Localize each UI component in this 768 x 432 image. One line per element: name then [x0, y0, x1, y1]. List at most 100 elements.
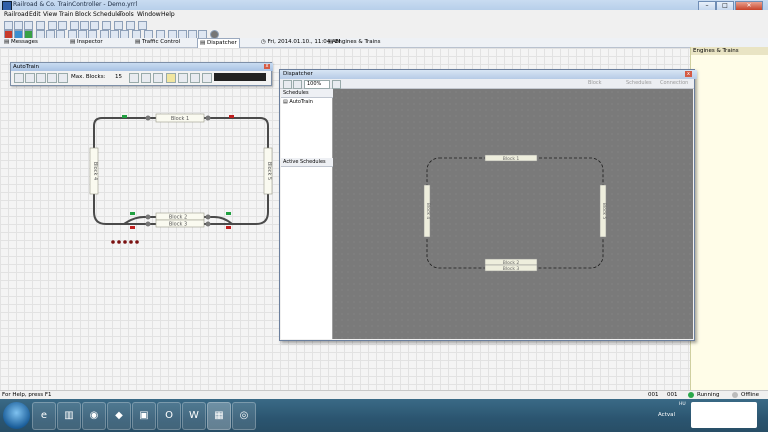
indicator-dot[interactable]: [135, 240, 139, 244]
signal-red-icon[interactable]: [226, 226, 231, 229]
autotrain-tool-icon[interactable]: [141, 73, 151, 83]
status-offline: Offline: [741, 392, 760, 398]
disp-block-5-label: Block 5: [601, 203, 607, 220]
tab-label: Engines & Trains: [334, 39, 381, 45]
tab-label: Inspector: [76, 39, 103, 45]
dispatcher-close-button[interactable]: x: [685, 71, 692, 77]
menu-view[interactable]: View: [43, 11, 57, 18]
zoom-select[interactable]: 100%: [304, 80, 330, 89]
app-green-icon[interactable]: ◆: [107, 402, 131, 430]
tab-label: Messages: [10, 39, 38, 45]
ie-icon[interactable]: e: [32, 402, 56, 430]
fit-icon[interactable]: [332, 80, 341, 89]
autotrain-tool-icon[interactable]: [47, 73, 57, 83]
autotrain-tool-icon[interactable]: [58, 73, 68, 83]
autotrain-tool-icon[interactable]: [178, 73, 188, 83]
app-blue-icon[interactable]: ▣: [132, 402, 156, 430]
tab-traffic-control[interactable]: ▤ Traffic Control: [133, 38, 182, 47]
autotrain-tool-icon[interactable]: [129, 73, 139, 83]
signal-red-icon[interactable]: [130, 226, 135, 229]
outlook-icon[interactable]: O: [157, 402, 181, 430]
locomotive-image[interactable]: [214, 73, 266, 81]
menu-train[interactable]: Train: [59, 11, 73, 18]
settings-icon[interactable]: ◎: [232, 402, 256, 430]
autotrain-title: AutoTrain: [11, 63, 273, 71]
start-button[interactable]: [3, 402, 30, 429]
sensor-icon[interactable]: [145, 214, 151, 220]
dispatcher-canvas[interactable]: Block 1 Block 2 Block 3 Block 4 Block 5: [333, 89, 693, 339]
zoom-icon[interactable]: [102, 21, 111, 30]
sensor-icon[interactable]: [145, 115, 151, 121]
menu-railroad[interactable]: Railroad: [4, 11, 29, 18]
indicator-dot[interactable]: [111, 240, 115, 244]
redo-icon[interactable]: [58, 21, 67, 30]
tab-inspector[interactable]: ▤ Inspector: [68, 38, 105, 47]
signal-green-icon[interactable]: [122, 115, 127, 118]
schedules-pane: Schedules ▤ AutoTrain Active Schedules: [281, 89, 334, 339]
word-icon[interactable]: W: [182, 402, 206, 430]
disp-block-3-label: Block 3: [503, 266, 520, 272]
context-help-icon[interactable]: [138, 21, 147, 30]
schedules-tool[interactable]: Schedules: [626, 80, 652, 86]
autotrain-tool-icon[interactable]: [190, 73, 200, 83]
new-icon[interactable]: [4, 21, 13, 30]
disp-block-4-label: Block 4: [425, 203, 431, 220]
window-title: Railroad & Co. TrainController - Demo.yr…: [13, 1, 138, 8]
sensor-icon[interactable]: [205, 115, 211, 121]
max-blocks-value[interactable]: 15: [115, 74, 122, 80]
tab-messages[interactable]: ▤ Messages: [2, 38, 40, 47]
autotrain-tool-icon[interactable]: [25, 73, 35, 83]
autotrain-tool-icon[interactable]: [36, 73, 46, 83]
menu-block[interactable]: Block: [75, 11, 91, 18]
save-icon[interactable]: [24, 21, 33, 30]
menu-window[interactable]: Window: [137, 11, 161, 18]
schedule-item-autotrain[interactable]: ▤ AutoTrain: [283, 99, 313, 105]
grid-icon[interactable]: [114, 21, 123, 30]
pointer-icon[interactable]: [283, 80, 292, 89]
explorer-icon[interactable]: ▥: [57, 402, 81, 430]
open-icon[interactable]: [14, 21, 23, 30]
dispatcher-diagram: Block 1 Block 2 Block 3 Block 4 Block 5: [423, 154, 607, 272]
autotrain-tool-icon[interactable]: [14, 73, 24, 83]
autotrain-tool-icon[interactable]: [166, 73, 176, 83]
dispatcher-toolbar: 100% Block Schedules Connection: [280, 79, 694, 89]
hand-icon[interactable]: [293, 80, 302, 89]
autotrain-tool-icon[interactable]: [202, 73, 212, 83]
undo-icon[interactable]: [48, 21, 57, 30]
sensor-icon[interactable]: [205, 214, 211, 220]
connection-tool[interactable]: Connection: [660, 80, 688, 86]
paste-icon[interactable]: [90, 21, 99, 30]
autotrain-tool-icon[interactable]: [153, 73, 163, 83]
signal-red-icon[interactable]: [229, 115, 234, 118]
clock-area[interactable]: [691, 402, 757, 428]
autotrain-window: AutoTrain x Max. Blocks: 15: [10, 62, 273, 86]
print-icon[interactable]: [36, 21, 45, 30]
chrome-icon[interactable]: ◉: [82, 402, 106, 430]
sensor-icon[interactable]: [145, 221, 151, 227]
signal-green-icon[interactable]: [130, 212, 135, 215]
track-right: [102, 117, 269, 225]
sensor-icon[interactable]: [205, 221, 211, 227]
signal-green-icon[interactable]: [226, 212, 231, 215]
taskbar: e ▥ ◉ ◆ ▣ O W ▦ ◎ Actval HU: [0, 399, 768, 432]
menu-edit[interactable]: Edit: [29, 11, 41, 18]
menu-help[interactable]: Help: [161, 11, 175, 18]
help-icon[interactable]: [126, 21, 135, 30]
active-schedules-header: Active Schedules: [281, 158, 334, 167]
schedules-header: Schedules: [281, 89, 334, 98]
block-tool[interactable]: Block: [588, 80, 602, 86]
indicator-dot[interactable]: [123, 240, 127, 244]
tab-dispatcher[interactable]: ▤ Dispatcher: [197, 38, 240, 48]
traincontroller-icon[interactable]: ▦: [207, 402, 231, 430]
copy-icon[interactable]: [80, 21, 89, 30]
indicator-dot[interactable]: [129, 240, 133, 244]
menu-tools[interactable]: Tools: [119, 11, 134, 18]
indicator-dot[interactable]: [117, 240, 121, 244]
menu-schedule[interactable]: Schedule: [93, 11, 121, 18]
tab-bar: ▤ Messages ▤ Inspector ▤ Traffic Control…: [0, 38, 768, 48]
cut-icon[interactable]: [70, 21, 79, 30]
dispatcher-title: Dispatcher: [280, 70, 697, 79]
autotrain-close-button[interactable]: x: [264, 64, 270, 69]
block-4-label: Block 4: [92, 162, 98, 180]
tab-engines-trains[interactable]: ▤ Engines & Trains: [326, 38, 383, 47]
